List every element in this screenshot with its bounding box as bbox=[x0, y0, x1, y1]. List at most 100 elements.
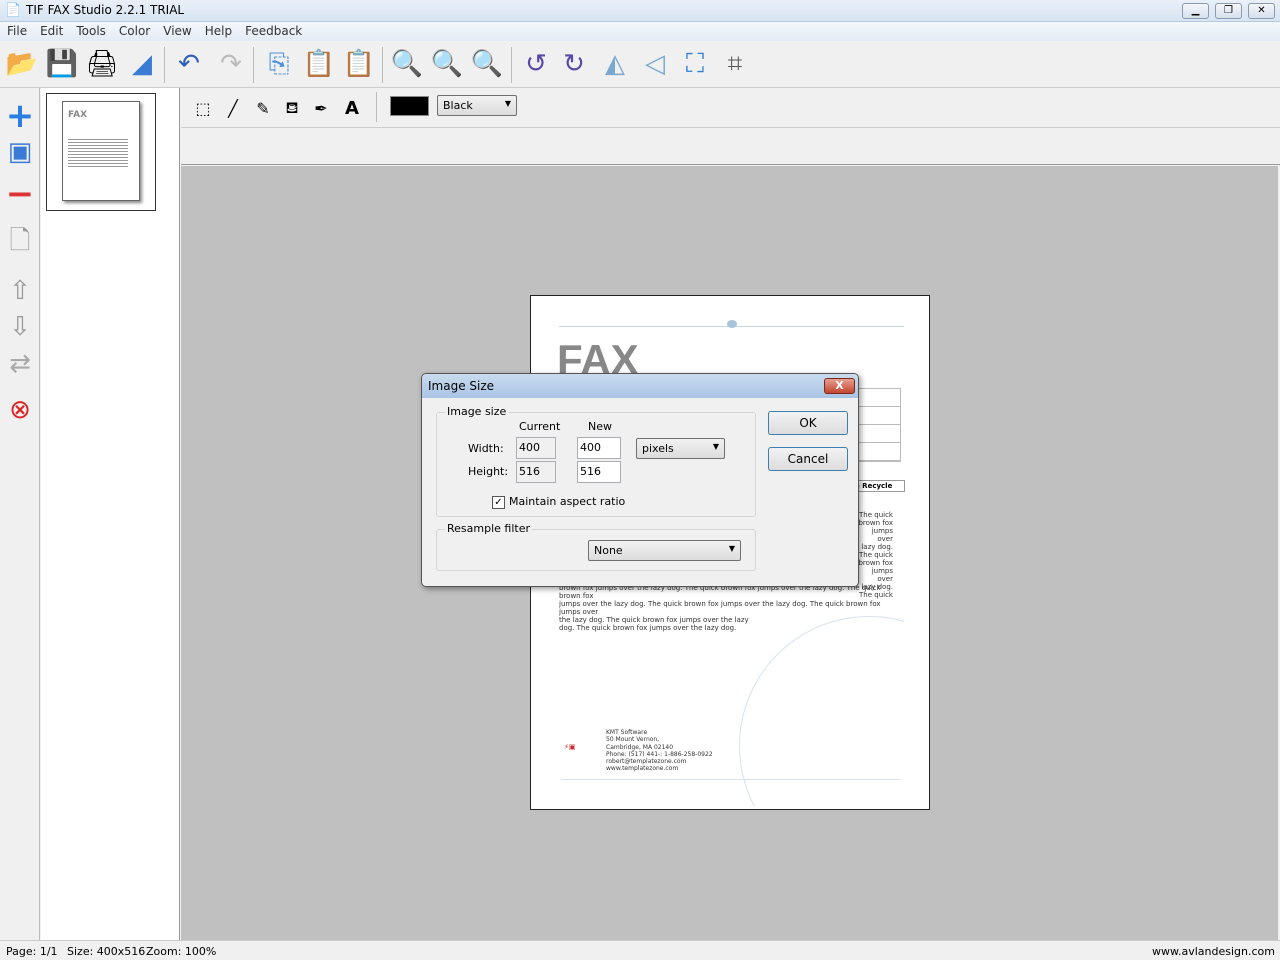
toolbar-separator bbox=[382, 47, 383, 83]
maintain-aspect-checkbox[interactable]: ✓ bbox=[492, 496, 505, 509]
dialog-title-bar: Image Size X bbox=[422, 374, 858, 398]
fit-screen-icon[interactable]: ⛶ bbox=[678, 47, 712, 81]
page-thumbnail[interactable]: FAX bbox=[46, 93, 156, 211]
text-line: robert@templatezone.com bbox=[606, 758, 687, 766]
paste-special-icon[interactable]: 📋 bbox=[342, 47, 376, 81]
status-zoom: Zoom: 100% bbox=[146, 945, 217, 958]
text-line: jumps over bbox=[871, 567, 893, 583]
thumbnail-panel: FAX bbox=[41, 88, 180, 940]
save-icon[interactable]: 💾 bbox=[45, 47, 79, 81]
address-block: KMT Software 50 Mount Vernon, Cambridge, M… bbox=[606, 729, 713, 773]
dialog-title: Image Size bbox=[428, 379, 495, 393]
move-down-icon[interactable]: ⇩ bbox=[3, 311, 37, 343]
text-line: jumps over the lazy dog. The quick brown… bbox=[559, 600, 881, 616]
eyedropper-icon[interactable]: ✒ bbox=[309, 96, 333, 120]
scan-icon[interactable]: ◢ bbox=[125, 47, 159, 81]
menu-view[interactable]: View bbox=[156, 22, 197, 38]
text-line: www.templatezone.com bbox=[606, 765, 679, 773]
folder-open-icon[interactable]: 📂 bbox=[5, 47, 39, 81]
close-button[interactable]: ✕ bbox=[1248, 3, 1275, 19]
text-icon[interactable]: A bbox=[340, 96, 364, 120]
toolbar-separator bbox=[511, 47, 512, 83]
menu-color[interactable]: Color bbox=[112, 22, 156, 38]
zoom-out-icon[interactable]: 🔍 bbox=[390, 47, 424, 81]
restore-button[interactable]: ❐ bbox=[1215, 3, 1242, 19]
color-dropdown[interactable]: Black ▼ bbox=[437, 95, 517, 116]
text-line: The quick bbox=[859, 511, 893, 519]
new-page-icon[interactable]: 🗋 bbox=[3, 226, 37, 260]
chevron-down-icon: ▼ bbox=[504, 99, 511, 108]
cancel-button[interactable]: Cancel bbox=[768, 447, 848, 471]
paste-icon[interactable]: 📋 bbox=[302, 47, 336, 81]
thumbnail-page: FAX bbox=[62, 101, 140, 201]
main-toolbar: 📂 💾 🖨 ◢ ↶ ↷ ⎘ 📋 📋 🔍 🔍 🔍 ↺ ↻ ◭ ◁ ⛶ ⌗ bbox=[0, 41, 1280, 88]
minimize-button[interactable]: ▁ bbox=[1182, 3, 1209, 19]
rotate-left-icon[interactable]: ↺ bbox=[519, 47, 553, 81]
toolbar-separator bbox=[253, 47, 254, 83]
current-height-field: 516 bbox=[516, 461, 556, 483]
text-line: Cambridge, MA 02140 bbox=[606, 743, 674, 751]
add-page-icon[interactable]: + bbox=[3, 96, 37, 136]
status-bar: Page: 1/1 Size: 400x516 Zoom: 100% www.a… bbox=[0, 940, 1280, 960]
highlighter-icon[interactable]: ✎ bbox=[251, 96, 275, 120]
menu-feedback[interactable]: Feedback bbox=[238, 22, 308, 38]
footer-rule bbox=[561, 779, 901, 780]
unit-value: pixels bbox=[642, 442, 674, 455]
dialog-close-button[interactable]: X bbox=[824, 378, 855, 394]
current-column-label: Current bbox=[519, 420, 561, 433]
flip-horizontal-icon[interactable]: ◭ bbox=[598, 47, 632, 81]
zoom-in-icon[interactable]: 🔍 bbox=[470, 47, 504, 81]
app-icon: 📄 bbox=[5, 3, 22, 18]
remove-icon[interactable]: − bbox=[3, 174, 37, 214]
chevron-down-icon: ▼ bbox=[728, 544, 735, 553]
maintain-aspect-label: Maintain aspect ratio bbox=[509, 495, 626, 508]
color-swatch[interactable] bbox=[390, 96, 429, 116]
line-icon[interactable]: ╱ bbox=[221, 96, 245, 120]
new-width-input[interactable]: 400 bbox=[577, 437, 621, 459]
menu-help[interactable]: Help bbox=[198, 22, 238, 38]
unit-dropdown[interactable]: pixels ▼ bbox=[636, 438, 725, 459]
new-column-label: New bbox=[588, 420, 612, 433]
redo-icon[interactable]: ↷ bbox=[214, 47, 248, 81]
status-page: Page: 1/1 bbox=[6, 945, 58, 958]
window-title: TIF FAX Studio 2.2.1 TRIAL bbox=[26, 3, 185, 17]
text-line: Phone: (517) 441-: 1-886-258-0922 bbox=[606, 750, 713, 758]
company-logo: ⚡▣ bbox=[564, 743, 576, 751]
swap-icon[interactable]: ⇄ bbox=[3, 348, 37, 380]
rotate-right-icon[interactable]: ↻ bbox=[557, 47, 591, 81]
status-website: www.avlandesign.com bbox=[1152, 945, 1275, 958]
flip-vertical-icon[interactable]: ◁ bbox=[638, 47, 672, 81]
insert-image-icon[interactable]: ▣ bbox=[3, 136, 37, 168]
decorative-circle bbox=[739, 616, 904, 806]
undo-icon[interactable]: ↶ bbox=[172, 47, 206, 81]
text-line: The quick bbox=[859, 551, 893, 559]
chevron-down-icon: ▼ bbox=[712, 442, 719, 451]
text-line: brown fox bbox=[858, 519, 893, 527]
menu-edit[interactable]: Edit bbox=[33, 22, 69, 38]
menu-file[interactable]: File bbox=[0, 22, 33, 38]
rectangle-select-icon[interactable]: ⬚ bbox=[191, 96, 215, 120]
height-label: Height: bbox=[468, 465, 509, 478]
move-up-icon[interactable]: ⇧ bbox=[3, 275, 37, 307]
print-icon[interactable]: 🖨 bbox=[85, 47, 119, 81]
delete-icon[interactable]: ⊗ bbox=[3, 394, 37, 426]
menu-bar: File Edit Tools Color View Help Feedback bbox=[0, 22, 1280, 41]
resample-filter-dropdown[interactable]: None ▼ bbox=[588, 540, 741, 561]
crop-icon[interactable]: ⌗ bbox=[718, 47, 752, 81]
thumbnail-heading: FAX bbox=[68, 110, 88, 120]
thumbnail-text bbox=[68, 137, 128, 167]
canvas-header bbox=[181, 128, 1280, 165]
menu-tools[interactable]: Tools bbox=[69, 22, 112, 38]
image-size-dialog: Image Size X Image size Current New Widt… bbox=[421, 373, 859, 587]
status-size: Size: 400x516 bbox=[67, 945, 146, 958]
zoom-actual-icon[interactable]: 🔍 bbox=[430, 47, 464, 81]
text-line: lazy dog. bbox=[861, 543, 893, 551]
recycle-checkbox-label: e Recycle bbox=[851, 480, 905, 492]
ok-button[interactable]: OK bbox=[768, 411, 848, 435]
toolbar-separator bbox=[376, 92, 377, 122]
resample-value: None bbox=[594, 544, 623, 557]
fill-icon[interactable]: ⛾ bbox=[280, 96, 304, 120]
page-tools-panel: + ▣ − 🗋 ⇧ ⇩ ⇄ ⊗ bbox=[0, 88, 40, 940]
new-height-input[interactable]: 516 bbox=[577, 461, 621, 483]
copy-icon[interactable]: ⎘ bbox=[262, 47, 296, 81]
